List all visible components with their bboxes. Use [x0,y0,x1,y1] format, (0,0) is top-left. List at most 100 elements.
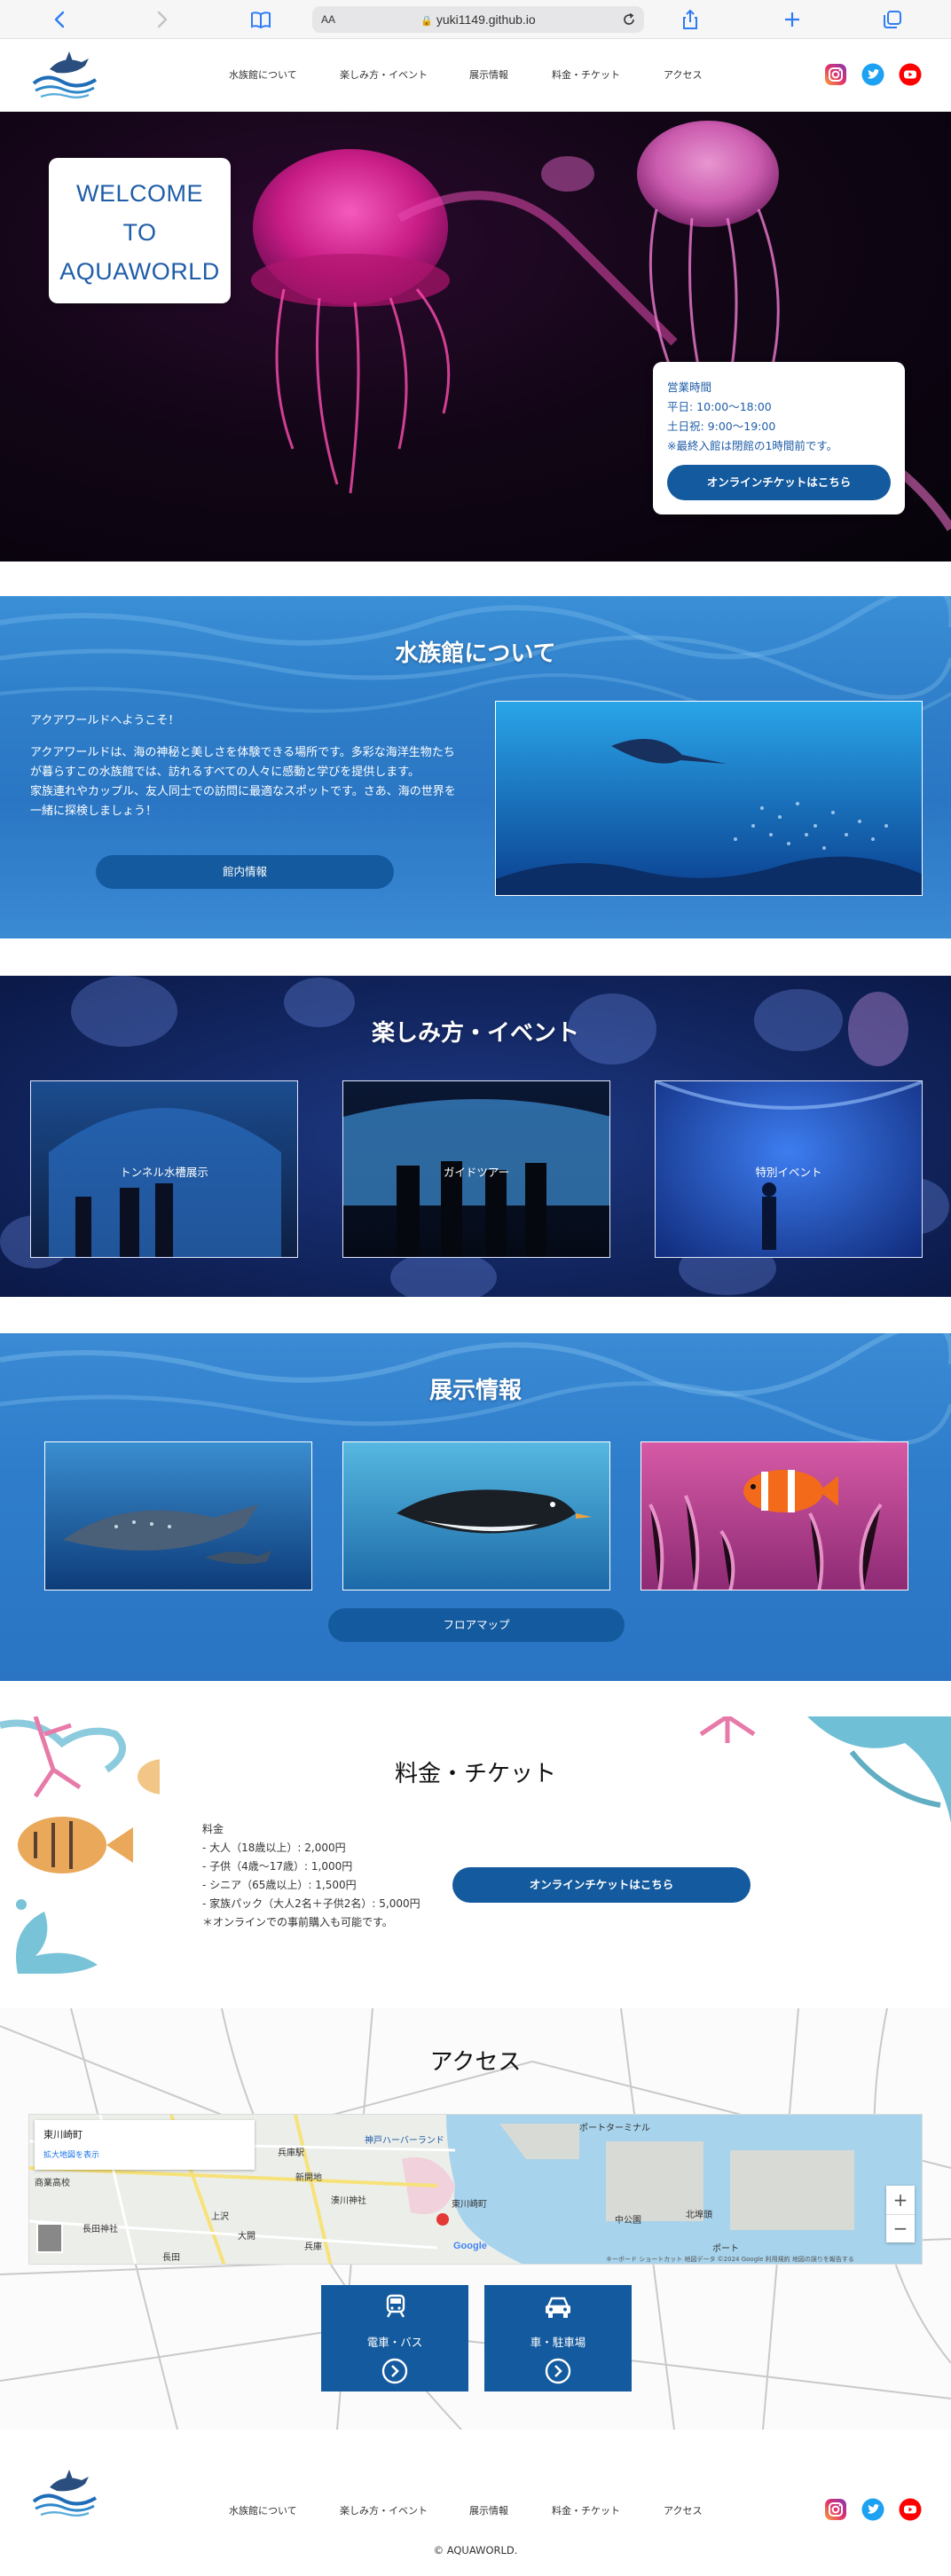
instagram-icon[interactable] [824,2498,847,2521]
facility-info-button[interactable]: 館内情報 [96,855,394,889]
about-body: アクアワールドは、海の神秘と美しさを体験できる場所です。多彩な海洋生物たちが暮ら… [30,746,455,779]
url-text: 🔒 yuki1149.github.io [312,12,644,27]
access-title: アクセス [429,2049,522,2076]
tickets-decoration-right [699,1716,951,1823]
about-section: 水族館について アクアワールドへようこそ！ アクアワールドは、海の神秘と美しさを… [0,596,951,939]
tickets-online-button[interactable]: オンラインチケットはこちら [452,1867,751,1903]
car-icon [546,2297,570,2318]
exhibit-penguin-image[interactable] [342,1441,610,1590]
train-bus-label: 電車・バス [366,2336,423,2349]
aquaworld-logo[interactable] [27,48,103,101]
tickets-title: 料金・チケット [394,1761,556,1787]
welcome-line-3: AQUAWORLD [59,258,220,285]
url-value: yuki1149.github.io [436,12,536,27]
map-label-harborland: 神戸ハーバーランド [365,2136,444,2146]
hero-section: WELCOME TO AQUAWORLD 営業時間 平日: 10:00〜18:0… [0,112,951,562]
instagram-icon[interactable] [824,63,847,86]
footer-nav-access[interactable]: アクセス [664,2503,702,2517]
exhibit-clownfish-image[interactable] [641,1441,908,1590]
book-icon[interactable] [248,7,273,32]
footer-logo[interactable] [27,2466,103,2519]
hours-weekend: 土日祝: 9:00〜19:00 [667,420,776,433]
map-label-hyogo-station: 兵庫駅 [278,2148,304,2158]
footer-nav-about[interactable]: 水族館について [229,2503,297,2517]
map-label-naka-park: 中公園 [615,2216,641,2226]
price-list: 料金 - 大人（18歳以上）: 2,000円 - 子供（4歳〜17歳）: 1,0… [202,1820,420,1932]
copyright: © AQUAWORLD. [433,2544,518,2556]
map-enlarge-link[interactable]: 拡大地図を表示 [43,2148,246,2160]
price-heading: 料金 [202,1823,224,1835]
site-header: 水族館について 楽しみ方・イベント 展示情報 料金・チケット アクセス [0,39,951,112]
about-greeting: アクアワールドへようこそ！ [30,714,180,727]
map-place-name: 東川崎町 [43,2129,83,2140]
tickets-section: 料金・チケット 料金 - 大人（18歳以上）: 2,000円 - 子供（4歳〜1… [0,1716,951,1974]
event-label-tunnel: トンネル水槽展示 [120,1166,208,1179]
twitter-icon[interactable] [861,2498,884,2521]
hours-note: ※最終入館は閉館の1時間前です。 [667,439,838,452]
map-footer-text: キーボード ショートカット 地図データ ©2024 Google 利用規約 地図… [606,2256,854,2263]
browser-toolbar: AA 🔒 yuki1149.github.io [0,0,951,39]
nav-access[interactable]: アクセス [664,67,702,82]
event-card-tunnel[interactable]: トンネル水槽展示 [30,1080,298,1258]
youtube-icon[interactable] [899,2498,922,2521]
arrow-circle-icon [381,2358,408,2384]
zoom-in-button[interactable]: + [886,2186,915,2214]
nav-about[interactable]: 水族館について [229,67,297,82]
price-child: - 子供（4歳〜17歳）: 1,000円 [202,1860,353,1873]
share-icon[interactable] [678,7,703,32]
map-label-kamisawa: 上沢 [211,2212,229,2222]
nav-exhibits[interactable]: 展示情報 [469,67,508,82]
map-info-card: 東川崎町 拡大地図を表示 [35,2120,255,2170]
about-text: アクアワールドへようこそ！ アクアワールドは、海の神秘と美しさを体験できる場所で… [30,711,465,821]
map-label-port: ポート [712,2244,739,2254]
access-car-parking-button[interactable]: 車・駐車場 [484,2285,632,2391]
map-label-nagata-shrine: 長田神社 [83,2225,118,2234]
footer-nav-tickets[interactable]: 料金・チケット [552,2503,620,2517]
price-note: ＊オンラインでの事前購入も可能です。 [202,1916,393,1928]
hours-title: 営業時間 [667,381,712,394]
tabs-icon[interactable] [880,7,905,32]
back-chevron-icon[interactable] [48,7,73,32]
welcome-line-2: TO [122,219,157,246]
plus-icon[interactable] [780,7,805,32]
about-body-2: 家族連れやカップル、友人同士での訪問に最適なスポットです。さあ、海の世界を一緒に… [30,785,456,818]
forward-chevron-icon[interactable] [149,7,174,32]
welcome-line-1: WELCOME [75,180,203,207]
price-adult: - 大人（18歳以上）: 2,000円 [202,1842,346,1854]
google-map-embed[interactable]: 東川崎町 拡大地図を表示 神戸ハーバーランド 新開地 湊川神社 ポートターミナル… [28,2114,923,2265]
lock-icon: 🔒 [420,16,433,27]
street-view-thumbnail[interactable] [36,2223,63,2253]
map-label-nagata: 長田 [162,2253,180,2263]
price-family: - 家族パック（大人2名＋子供2名）: 5,000円 [202,1897,420,1910]
youtube-icon[interactable] [899,63,922,86]
reload-icon[interactable] [621,12,637,27]
footer-nav-events[interactable]: 楽しみ方・イベント [340,2503,428,2517]
twitter-icon[interactable] [861,63,884,86]
hours-weekday: 平日: 10:00〜18:00 [667,400,772,413]
event-label-special-event: 特別イベント [755,1166,822,1179]
arrow-circle-icon [545,2358,571,2384]
about-title: 水族館について [395,640,556,667]
address-bar[interactable]: AA 🔒 yuki1149.github.io [312,6,644,33]
event-label-guide-tour: ガイドツアー [443,1166,510,1179]
map-label-daikai: 大開 [238,2232,255,2242]
price-senior: - シニア（65歳以上）: 1,500円 [202,1879,357,1891]
nav-tickets[interactable]: 料金・チケット [552,67,620,82]
hero-ticket-button[interactable]: オンラインチケットはこちら [667,465,891,500]
nav-events[interactable]: 楽しみ方・イベント [340,67,428,82]
event-card-guide-tour[interactable]: ガイドツアー [342,1080,610,1258]
event-card-special-event[interactable]: 特別イベント [655,1080,923,1258]
zoom-out-button[interactable]: − [886,2214,915,2242]
about-aquarium-image [495,701,923,896]
map-label-port-terminal: ポートターミナル [579,2124,650,2133]
access-section: アクセス 東川崎町 拡大地図を表示 神戸ハーバーランド 新開地 湊川神社 ポート… [0,2008,951,2430]
map-label-kitafuto: 北埠頭 [686,2211,712,2220]
exhibit-whale-shark-image[interactable] [44,1441,312,1590]
events-section: 楽しみ方・イベント トンネル水槽展示 ガイドツアー 特別イベント [0,976,951,1297]
floor-map-button[interactable]: フロアマップ [328,1608,625,1642]
events-title: 楽しみ方・イベント [371,1020,579,1047]
train-icon [386,2294,405,2318]
footer-nav-exhibits[interactable]: 展示情報 [469,2503,508,2517]
welcome-box: WELCOME TO AQUAWORLD [49,158,231,303]
access-train-bus-button[interactable]: 電車・バス [321,2285,468,2391]
